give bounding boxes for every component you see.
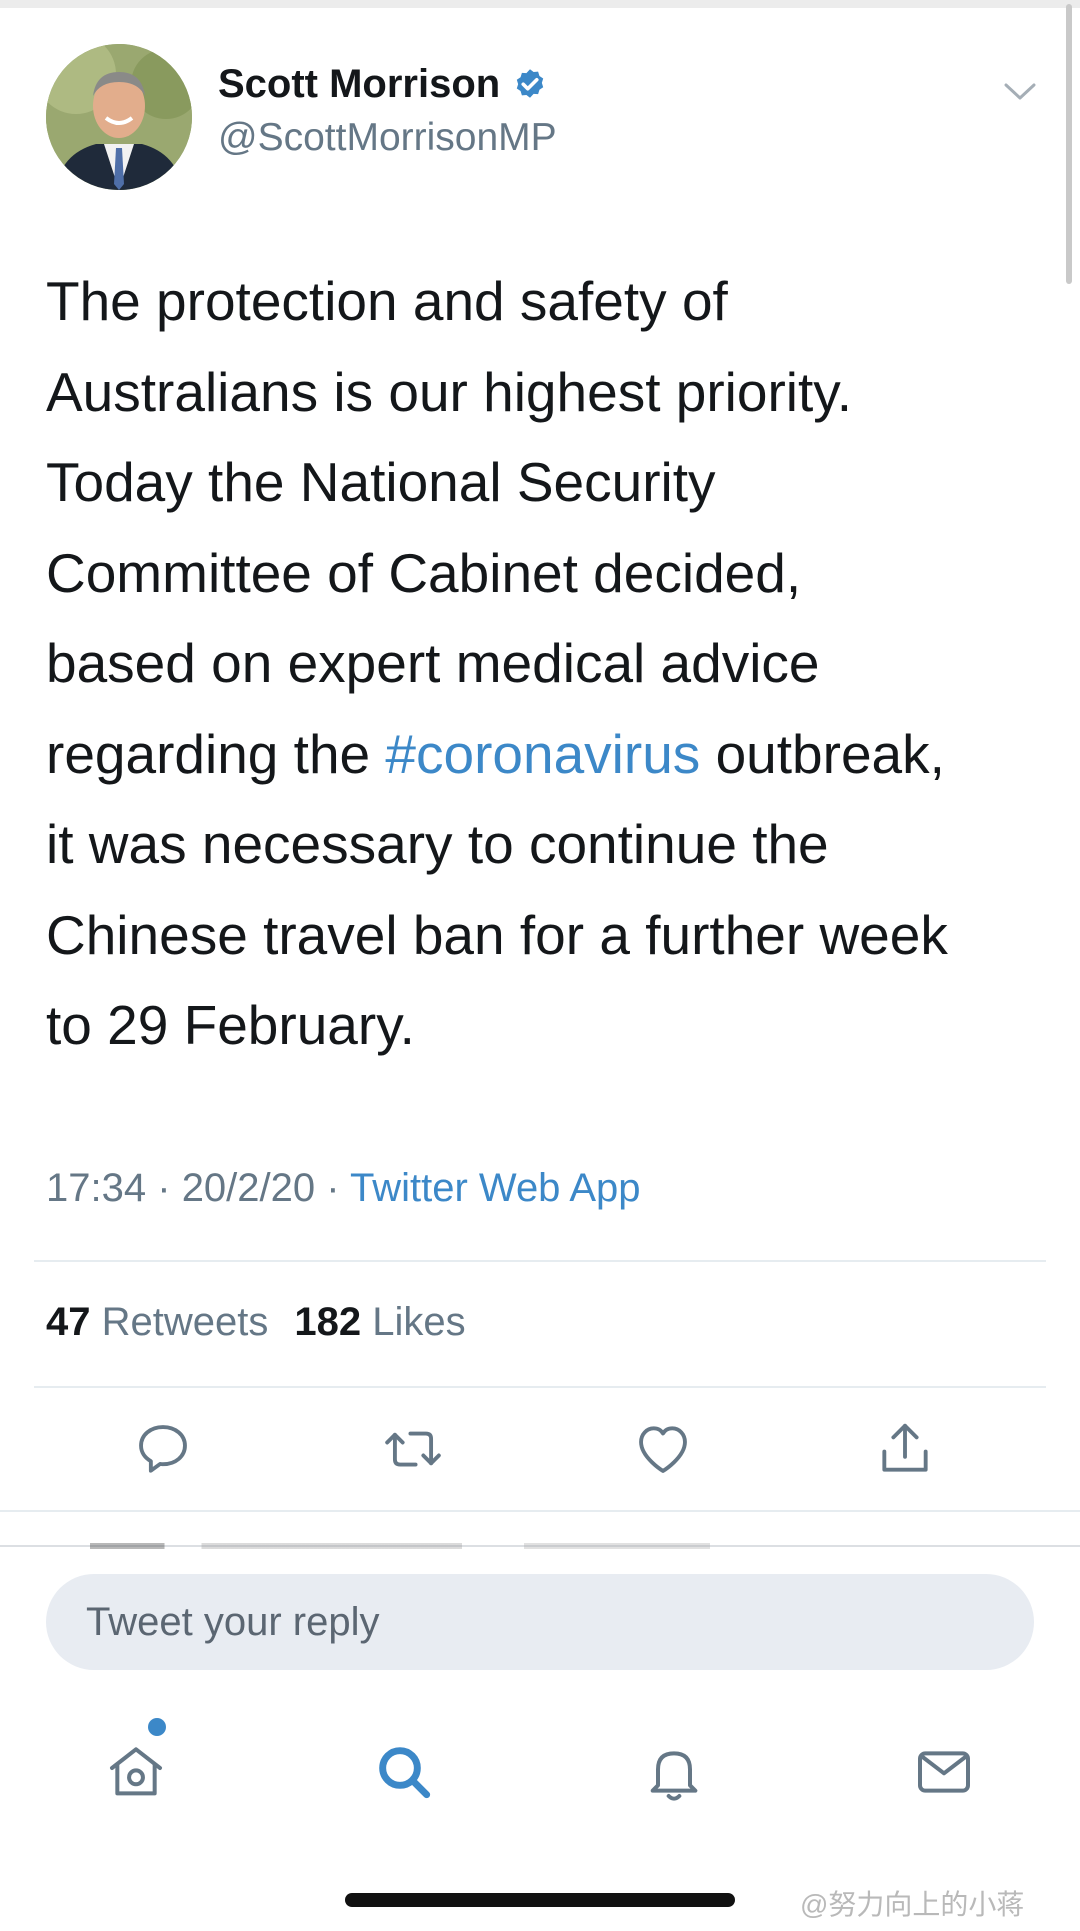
top-edge: [0, 0, 1080, 8]
tweet-line: Chinese travel ban for a further week: [46, 903, 948, 966]
likes-label: Likes: [372, 1300, 466, 1344]
tweet-line: Australians is our highest priority.: [46, 360, 852, 423]
watermark: @努力向上的小蒋: [800, 1889, 1025, 1920]
nav-search-tab[interactable]: [372, 1740, 436, 1804]
likes-count: 182: [294, 1300, 362, 1344]
retweet-button[interactable]: [382, 1418, 444, 1480]
divider: [34, 1386, 1046, 1388]
tweet-text-fragment: outbreak,: [700, 722, 945, 785]
scrollbar[interactable]: [1066, 4, 1072, 284]
nav-home-tab[interactable]: [104, 1740, 168, 1804]
next-reply-peek: [90, 1543, 710, 1549]
share-button[interactable]: [874, 1418, 936, 1480]
retweets-stat[interactable]: 47 Retweets: [46, 1300, 268, 1344]
verified-badge-icon: [517, 68, 544, 98]
divider: [0, 1510, 1080, 1512]
notifications-icon: [650, 1751, 698, 1801]
meta-separator: ·: [326, 1166, 340, 1210]
reply-icon: [139, 1425, 187, 1473]
tweet-text-fragment: regarding the: [46, 722, 386, 785]
tweet-line: to 29 February.: [46, 994, 415, 1056]
nav-messages-tab[interactable]: [912, 1740, 976, 1804]
like-button[interactable]: [632, 1418, 694, 1480]
home-icon: [110, 1747, 162, 1796]
author-name-row[interactable]: Scott Morrison: [218, 62, 548, 107]
meta-separator: ·: [157, 1166, 171, 1210]
likes-stat[interactable]: 182 Likes: [294, 1300, 465, 1344]
divider: [34, 1260, 1046, 1262]
tweet-line: The protection and safety of: [46, 270, 728, 332]
retweets-label: Retweets: [101, 1300, 269, 1344]
hashtag-link[interactable]: #coronavirus: [385, 723, 700, 785]
tweet-time: 17:34: [46, 1166, 147, 1210]
reply-input[interactable]: [46, 1574, 1034, 1670]
tweet-stats: 47 Retweets 182 Likes: [46, 1300, 466, 1345]
author-handle[interactable]: @ScottMorrisonMP: [218, 116, 557, 160]
author-name[interactable]: Scott Morrison: [218, 62, 500, 107]
notification-dot: [148, 1718, 166, 1736]
chevron-down-icon[interactable]: [1002, 80, 1038, 104]
tweet-date: 20/2/20: [181, 1166, 316, 1210]
search-icon: [379, 1747, 431, 1799]
tweet-source-link[interactable]: Twitter Web App: [350, 1166, 641, 1210]
nav-notifications-tab[interactable]: [642, 1740, 706, 1804]
tweet-text: The protection and safety of Australians…: [46, 256, 1046, 1071]
like-icon: [639, 1426, 687, 1473]
tweet-line-with-hashtag: regarding the #coronavirus outbreak,: [46, 709, 1046, 800]
avatar[interactable]: [46, 44, 192, 190]
retweets-count: 47: [46, 1300, 91, 1344]
tweet-meta: 17:34 · 20/2/20 · Twitter Web App: [46, 1166, 641, 1211]
tweet-line: it was necessary to continue the: [46, 813, 829, 875]
tweet-line: Committee of Cabinet decided,: [46, 541, 802, 604]
tweet-line: Today the National Security: [46, 451, 716, 513]
tweet-line: based on expert medical advice: [46, 632, 820, 694]
retweet-icon: [385, 1431, 441, 1467]
avatar-image: [46, 44, 192, 190]
reply-button[interactable]: [132, 1418, 194, 1480]
share-icon: [882, 1423, 928, 1472]
messages-icon: [918, 1751, 970, 1793]
home-indicator[interactable]: [345, 1893, 735, 1907]
